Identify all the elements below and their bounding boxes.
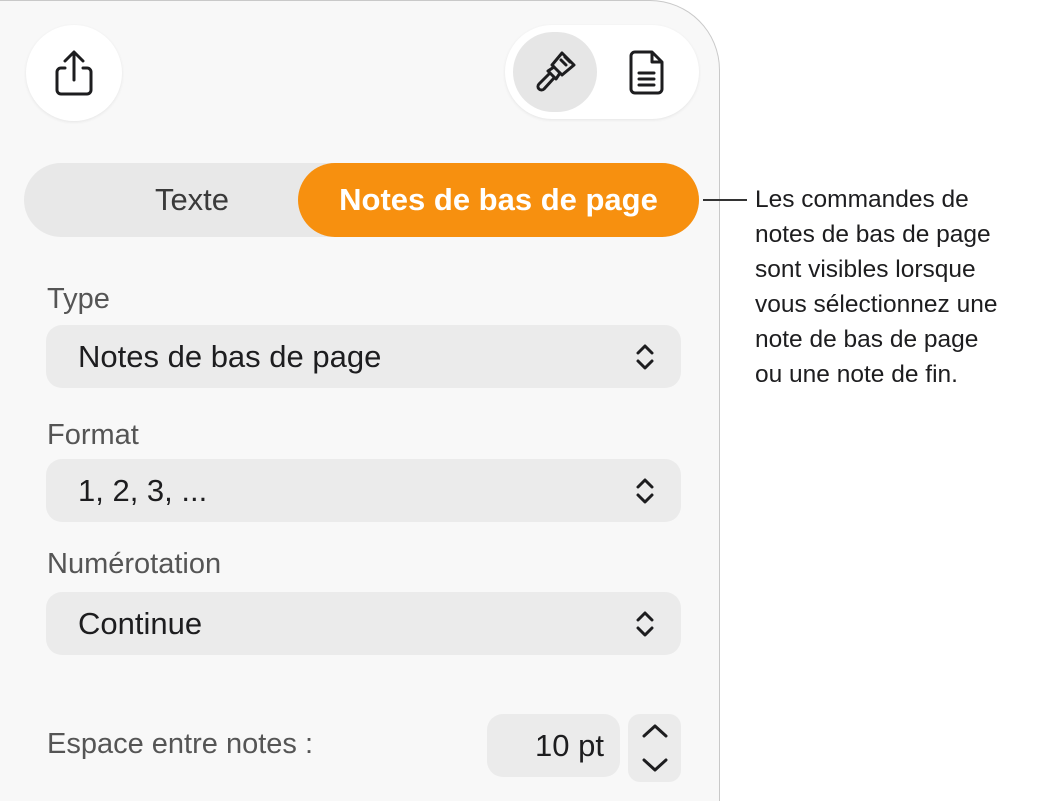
stepper-increment-button[interactable]: [628, 714, 681, 748]
format-label: Format: [47, 419, 139, 451]
format-button[interactable]: [513, 32, 597, 112]
share-button[interactable]: [26, 25, 122, 121]
chevron-up-down-icon: [636, 611, 654, 637]
callout-line: [703, 199, 747, 201]
spacing-field[interactable]: 10 pt: [487, 714, 620, 777]
type-value: Notes de bas de page: [78, 338, 382, 374]
chevron-up-down-icon: [636, 344, 654, 370]
format-popup[interactable]: 1, 2, 3, ...: [46, 459, 681, 522]
numbering-popup[interactable]: Continue: [46, 592, 681, 655]
document-button[interactable]: [605, 32, 689, 112]
numbering-value: Continue: [78, 605, 203, 641]
spacing-label: Espace entre notes :: [47, 728, 313, 760]
tab-control: Texte Notes de bas de page: [24, 163, 699, 237]
share-icon: [55, 50, 93, 96]
document-icon: [629, 50, 664, 95]
type-popup[interactable]: Notes de bas de page: [46, 325, 681, 388]
chevron-up-icon: [642, 724, 667, 738]
callout-text: Les commandes de notes de bas de page so…: [755, 186, 998, 388]
type-label: Type: [47, 283, 110, 315]
paintbrush-icon: [536, 51, 576, 92]
tab-notes-de-bas-de-page[interactable]: Notes de bas de page: [298, 163, 699, 237]
format-sidebar: Texte Notes de bas de page Type Notes de…: [0, 0, 720, 801]
stepper-decrement-button[interactable]: [628, 748, 681, 782]
numbering-label: Numérotation: [47, 548, 222, 580]
chevron-up-down-icon: [636, 478, 654, 504]
format-value: 1, 2, 3, ...: [78, 472, 208, 508]
chevron-down-icon: [642, 758, 667, 772]
spacing-stepper: [628, 714, 681, 782]
